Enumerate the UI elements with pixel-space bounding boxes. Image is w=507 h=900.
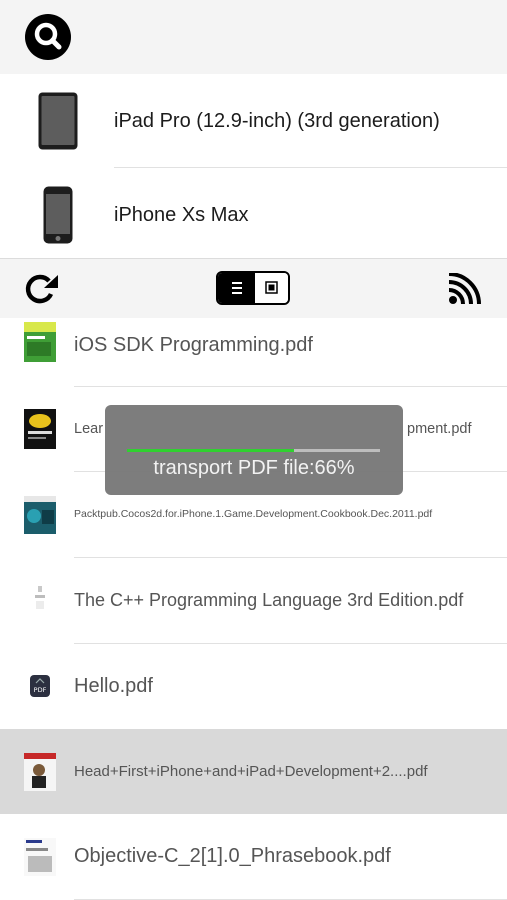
view-toggle[interactable] — [216, 271, 290, 305]
device-label: iPad Pro (12.9-inch) (3rd generation) — [114, 110, 440, 132]
book-cover-icon — [24, 838, 56, 876]
book-cover-icon — [24, 753, 56, 791]
list-icon — [232, 282, 242, 294]
device-label: iPhone Xs Max — [114, 204, 249, 226]
device-row-iphone[interactable]: iPhone Xs Max — [0, 168, 507, 256]
file-row-selected[interactable]: Head+First+iPhone+and+iPad+Development+2… — [0, 729, 507, 814]
cast-icon[interactable] — [448, 272, 484, 305]
progress-label: transport PDF file:66% — [153, 457, 355, 479]
device-row-ipad[interactable]: iPad Pro (12.9-inch) (3rd generation) — [0, 74, 507, 168]
file-name: iOS SDK Programming.pdf — [74, 334, 313, 356]
file-name-tail: pment.pdf — [407, 421, 472, 437]
book-cover-icon — [24, 409, 56, 449]
file-row[interactable]: Objective-C_2[1].0_Phrasebook.pdf — [0, 814, 507, 899]
refresh-icon[interactable] — [22, 273, 60, 307]
file-name: Objective-C_2[1].0_Phrasebook.pdf — [74, 845, 391, 867]
grid-icon — [265, 281, 278, 294]
transfer-progress-toast: transport PDF file:66% — [105, 405, 403, 495]
search-icon[interactable] — [24, 13, 72, 61]
file-name: Lear — [74, 421, 104, 437]
ipad-icon — [38, 92, 78, 155]
top-bar — [0, 0, 507, 74]
grid-view-button[interactable] — [255, 273, 288, 303]
file-row[interactable]: The C++ Programming Language 3rd Edition… — [0, 558, 507, 643]
book-cover-icon — [24, 586, 56, 616]
book-cover-icon — [24, 322, 56, 362]
list-view-button[interactable] — [218, 273, 255, 303]
toolbar — [0, 258, 507, 319]
file-row[interactable]: iOS SDK Programming.pdf — [0, 318, 507, 386]
iphone-icon — [43, 186, 73, 249]
file-name: Head+First+iPhone+and+iPad+Development+2… — [74, 763, 428, 780]
progress-fill — [127, 449, 294, 452]
progress-track — [127, 449, 380, 452]
pdf-file-icon: PDF — [24, 675, 56, 697]
svg-text:PDF: PDF — [34, 686, 47, 694]
file-name: The C++ Programming Language 3rd Edition… — [74, 590, 464, 610]
file-row[interactable]: PDF Hello.pdf — [0, 644, 507, 729]
file-name: Hello.pdf — [74, 675, 153, 697]
book-cover-icon — [24, 496, 56, 534]
